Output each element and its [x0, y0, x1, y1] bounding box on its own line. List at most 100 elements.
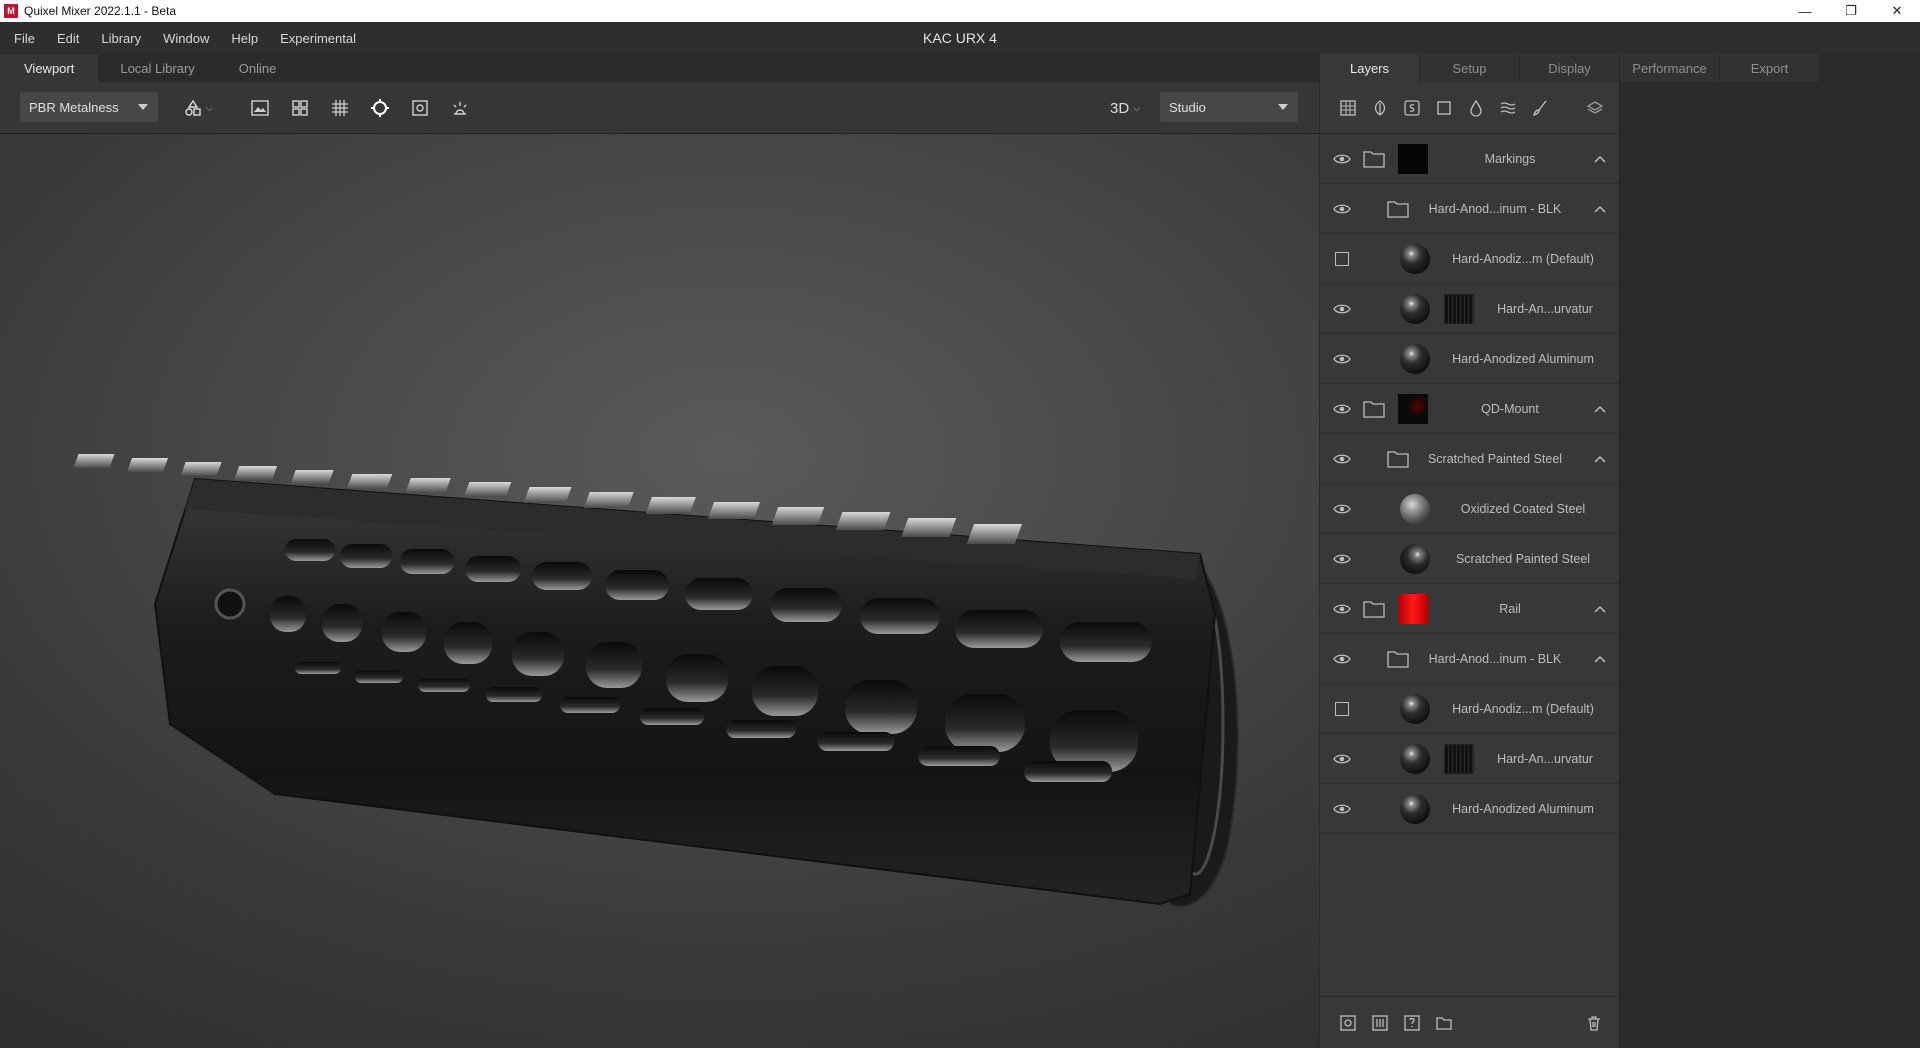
handguard-model [73, 454, 1239, 908]
drop-icon [1470, 99, 1482, 117]
view-mode-dropdown[interactable]: 3D ⌵ [1110, 92, 1140, 124]
add-surface-layer-button[interactable] [1364, 92, 1396, 124]
tab-display[interactable]: Display [1520, 54, 1620, 82]
window-titlebar: M Quixel Mixer 2022.1.1 - Beta — ❐ ✕ [0, 0, 1920, 22]
trash-icon [1588, 1016, 1600, 1031]
layer-row[interactable]: Hard-Anodized Aluminum [1320, 334, 1619, 384]
layer-name: Hard-Anod...inum - BLK [1428, 201, 1562, 216]
visibility-toggle[interactable] [1332, 349, 1352, 369]
layer-row[interactable]: Hard-Anodiz...m (Default) [1320, 234, 1619, 284]
layer-row[interactable]: Hard-Anod...inum - BLK [1320, 184, 1619, 234]
layer-thumbnail [1398, 144, 1428, 174]
crosshair-button[interactable] [364, 92, 396, 124]
visibility-toggle[interactable] [1332, 149, 1352, 169]
collapse-toggle[interactable] [1593, 402, 1607, 416]
add-layer-button[interactable] [1332, 1007, 1364, 1039]
layer-row[interactable]: Hard-Anodiz...m (Default) [1320, 684, 1619, 734]
menu-file[interactable]: File [0, 31, 46, 46]
layers-footer [1320, 996, 1620, 1048]
add-smart-material-button[interactable] [1396, 92, 1428, 124]
menu-experimental[interactable]: Experimental [269, 31, 367, 46]
material-preview [1400, 294, 1430, 324]
add-paint-layer-button[interactable] [1524, 92, 1556, 124]
chevron-up-icon [1594, 405, 1606, 413]
tab-online[interactable]: Online [216, 54, 299, 82]
layer-row[interactable]: Oxidized Coated Steel [1320, 484, 1619, 534]
layer-row[interactable]: Hard-Anod...inum - BLK [1320, 634, 1619, 684]
layer-name: Hard-Anodiz...m (Default) [1452, 251, 1594, 266]
tab-export[interactable]: Export [1720, 54, 1820, 82]
collapse-toggle[interactable] [1593, 152, 1607, 166]
layer-row[interactable]: Markings [1320, 134, 1619, 184]
menu-edit[interactable]: Edit [46, 31, 90, 46]
layer-name: Markings [1484, 151, 1536, 166]
tab-performance[interactable]: Performance [1620, 54, 1720, 82]
layer-row[interactable]: Hard-An...urvatur [1320, 284, 1619, 334]
visibility-checkbox[interactable] [1335, 252, 1349, 266]
grid-icon [292, 100, 308, 116]
material-preview [1400, 794, 1430, 824]
grid-button[interactable] [284, 92, 316, 124]
wireframe-grid-button[interactable] [324, 92, 356, 124]
visibility-checkbox[interactable] [1335, 702, 1349, 716]
viewport-toolbar: PBR Metalness ⌵ 3D ⌵ Studio [0, 82, 1319, 134]
visibility-toggle[interactable] [1332, 799, 1352, 819]
add-folder-button[interactable] [1428, 1007, 1460, 1039]
layer-row[interactable]: Rail [1320, 584, 1619, 634]
environment-dropdown[interactable]: Studio [1160, 92, 1298, 122]
minimize-button[interactable]: — [1782, 0, 1828, 22]
add-folder-icon [1436, 1016, 1452, 1030]
material-preview [1400, 494, 1430, 524]
right-tabs: Layers Setup Display Performance Export [1320, 54, 1920, 82]
visibility-toggle[interactable] [1332, 499, 1352, 519]
tab-layers[interactable]: Layers [1320, 54, 1420, 82]
image-button[interactable] [244, 92, 276, 124]
collapse-toggle[interactable] [1593, 452, 1607, 466]
eye-icon [1333, 204, 1351, 214]
tab-viewport[interactable]: Viewport [0, 54, 99, 82]
add-mask-button[interactable] [1364, 1007, 1396, 1039]
layer-stack-button[interactable] [1579, 92, 1611, 124]
chevron-up-icon [1594, 655, 1606, 663]
layer-row[interactable]: Hard-Anodized Aluminum [1320, 784, 1619, 834]
add-solid-layer-button[interactable] [1332, 92, 1364, 124]
visibility-toggle[interactable] [1332, 399, 1352, 419]
frame-button[interactable] [404, 92, 436, 124]
light-button[interactable] [444, 92, 476, 124]
add-liquid-button[interactable] [1460, 92, 1492, 124]
close-button[interactable]: ✕ [1874, 0, 1920, 22]
layer-row[interactable]: QD-Mount [1320, 384, 1619, 434]
tab-setup[interactable]: Setup [1420, 54, 1520, 82]
tab-local-library[interactable]: Local Library [98, 54, 217, 82]
add-mask-icon [1372, 1014, 1388, 1031]
visibility-toggle[interactable] [1332, 599, 1352, 619]
visibility-toggle[interactable] [1332, 649, 1352, 669]
visibility-toggle[interactable] [1332, 449, 1352, 469]
add-smart-mask-button[interactable] [1396, 1007, 1428, 1039]
collapse-toggle[interactable] [1593, 602, 1607, 616]
add-fill-layer-button[interactable] [1428, 92, 1460, 124]
layers-panel: Markings Hard-Anod...inum - BLK Hard-Anodi… [1320, 82, 1620, 1048]
leaf-icon [1374, 99, 1386, 116]
shape-dropdown[interactable]: ⌵ [184, 92, 213, 124]
visibility-toggle[interactable] [1332, 299, 1352, 319]
layer-row[interactable]: Scratched Painted Steel [1320, 534, 1619, 584]
layer-row[interactable]: Hard-An...urvatur [1320, 734, 1619, 784]
3d-viewport[interactable] [0, 134, 1319, 1048]
collapse-toggle[interactable] [1593, 652, 1607, 666]
add-noise-button[interactable] [1492, 92, 1524, 124]
menu-window[interactable]: Window [152, 31, 220, 46]
delete-layer-button[interactable] [1578, 1007, 1610, 1039]
visibility-toggle[interactable] [1332, 199, 1352, 219]
layer-row[interactable]: Scratched Painted Steel [1320, 434, 1619, 484]
environment-label: Studio [1169, 99, 1206, 115]
crosshair-icon [371, 99, 389, 117]
material-preview [1400, 244, 1430, 274]
menu-library[interactable]: Library [90, 31, 152, 46]
visibility-toggle[interactable] [1332, 749, 1352, 769]
menu-help[interactable]: Help [220, 31, 269, 46]
collapse-toggle[interactable] [1593, 202, 1607, 216]
restore-button[interactable]: ❐ [1828, 0, 1874, 22]
shading-mode-dropdown[interactable]: PBR Metalness [20, 92, 158, 122]
visibility-toggle[interactable] [1332, 549, 1352, 569]
